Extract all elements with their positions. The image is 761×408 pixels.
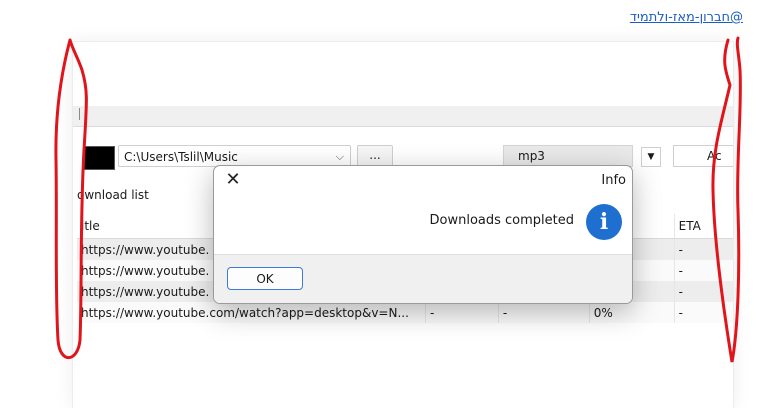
cell-percent: 0% (589, 302, 675, 323)
cell-eta: - (674, 281, 733, 302)
dialog-footer: OK (214, 254, 632, 303)
add-button[interactable]: Ac (673, 145, 733, 167)
cell-eta: - (674, 302, 733, 323)
info-icon: i (586, 204, 622, 240)
info-dialog: ✕ Info Downloads completed i OK (213, 165, 633, 304)
dialog-body: Downloads completed i (214, 194, 632, 254)
format-dropdown-button[interactable]: ▼ (641, 147, 661, 167)
download-list-label: ownload list (77, 188, 149, 202)
dialog-title: Info (601, 173, 626, 188)
table-row[interactable]: https://www.youtube.com/watch?app=deskto… (77, 302, 733, 323)
browse-button[interactable]: ... (357, 145, 393, 167)
column-header-eta[interactable]: ETA (674, 214, 733, 239)
cell-eta: - (674, 238, 733, 260)
cell-title: https://www.youtube.com/watch?app=deskto… (77, 302, 426, 323)
cell-eta: - (674, 260, 733, 281)
download-path-combo[interactable]: C:\Users\Tslil\Music ⌵ (118, 145, 351, 167)
ok-button[interactable]: OK (227, 267, 303, 290)
download-path-value: C:\Users\Tslil\Music (124, 150, 238, 164)
dialog-message: Downloads completed (429, 213, 575, 228)
format-field[interactable]: mp3 (503, 145, 633, 167)
menu-bar (73, 106, 733, 127)
cell: - (498, 302, 590, 323)
profile-link[interactable]: @חברון-מאז-ולתמיד (630, 10, 743, 25)
close-icon[interactable]: ✕ (222, 169, 244, 191)
color-swatch[interactable] (83, 146, 115, 170)
cell: - (425, 302, 499, 323)
